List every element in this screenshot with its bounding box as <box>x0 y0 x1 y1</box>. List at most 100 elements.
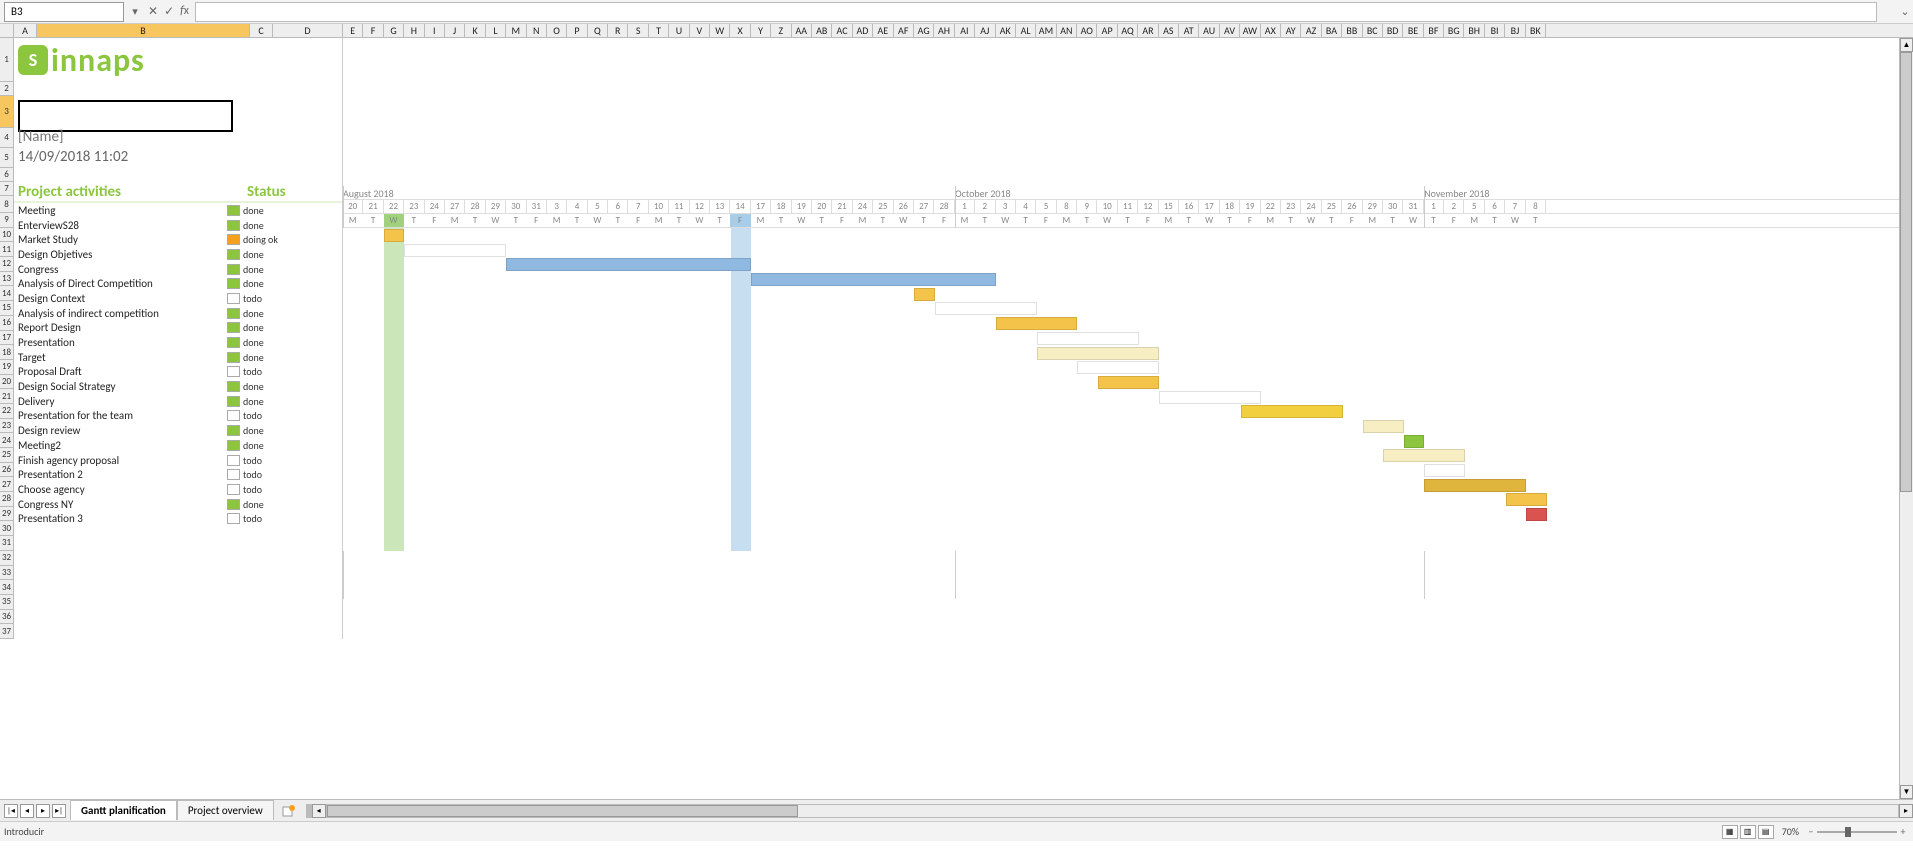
col-header-AM[interactable]: AM <box>1036 24 1056 37</box>
activity-row[interactable]: Deliverydone <box>14 394 342 409</box>
activity-row[interactable]: Congressdone <box>14 262 342 277</box>
name-box-dropdown-icon[interactable]: ▾ <box>128 5 142 18</box>
gantt-bar[interactable] <box>1404 435 1424 448</box>
col-header-H[interactable]: H <box>404 24 424 37</box>
hscroll-left-icon[interactable]: ◂ <box>312 804 326 818</box>
col-header-I[interactable]: I <box>425 24 445 37</box>
activity-row[interactable]: Meetingdone <box>14 203 342 218</box>
horizontal-scrollbar[interactable] <box>326 804 1899 818</box>
col-header-F[interactable]: F <box>363 24 383 37</box>
row-header-6[interactable]: 6 <box>0 168 14 182</box>
row-header-2[interactable]: 2 <box>0 82 14 96</box>
col-header-BG[interactable]: BG <box>1444 24 1464 37</box>
col-header-AU[interactable]: AU <box>1199 24 1219 37</box>
col-header-M[interactable]: M <box>506 24 526 37</box>
row-header-14[interactable]: 14 <box>0 286 14 301</box>
col-header-T[interactable]: T <box>649 24 669 37</box>
col-header-K[interactable]: K <box>465 24 485 37</box>
col-header-AA[interactable]: AA <box>792 24 812 37</box>
col-header-Z[interactable]: Z <box>771 24 791 37</box>
row-header-23[interactable]: 23 <box>0 419 14 434</box>
col-header-AD[interactable]: AD <box>853 24 873 37</box>
gantt-bar[interactable] <box>384 229 404 242</box>
activity-row[interactable]: Presentation 2todo <box>14 467 342 482</box>
gantt-bar[interactable] <box>1506 493 1547 506</box>
row-header-3[interactable]: 3 <box>0 96 14 128</box>
row-header-20[interactable]: 20 <box>0 375 14 390</box>
activity-row[interactable]: Design Objetivesdone <box>14 247 342 262</box>
col-header-BC[interactable]: BC <box>1363 24 1383 37</box>
gantt-bar[interactable] <box>1077 361 1159 374</box>
scroll-up-icon[interactable]: ▲ <box>1900 38 1913 52</box>
activity-row[interactable]: Proposal Drafttodo <box>14 365 342 380</box>
confirm-icon[interactable]: ✓ <box>164 4 174 19</box>
row-header-17[interactable]: 17 <box>0 331 14 346</box>
row-header-28[interactable]: 28 <box>0 492 14 507</box>
activity-row[interactable]: Analysis of indirect competitiondone <box>14 306 342 321</box>
col-header-BB[interactable]: BB <box>1342 24 1362 37</box>
activity-row[interactable]: Congress NYdone <box>14 497 342 512</box>
row-header-18[interactable]: 18 <box>0 345 14 360</box>
col-header-AX[interactable]: AX <box>1261 24 1281 37</box>
row-header-31[interactable]: 31 <box>0 536 14 551</box>
cancel-icon[interactable]: ✕ <box>148 4 158 19</box>
gantt-bar[interactable] <box>1383 449 1465 462</box>
select-all-corner[interactable] <box>0 24 14 37</box>
zoom-out-icon[interactable]: − <box>1805 825 1817 838</box>
row-header-32[interactable]: 32 <box>0 551 14 566</box>
row-header-29[interactable]: 29 <box>0 507 14 522</box>
activity-row[interactable]: Finish agency proposaltodo <box>14 453 342 468</box>
row-header-12[interactable]: 12 <box>0 257 14 272</box>
col-header-BK[interactable]: BK <box>1526 24 1546 37</box>
row-header-9[interactable]: 9 <box>0 213 14 228</box>
row-header-19[interactable]: 19 <box>0 360 14 375</box>
tab-gantt[interactable]: Gantt planification <box>70 800 177 820</box>
activity-row[interactable]: Design reviewdone <box>14 423 342 438</box>
col-header-O[interactable]: O <box>547 24 567 37</box>
activity-row[interactable]: Market Studydoing ok <box>14 232 342 247</box>
row-header-1[interactable]: 1 <box>0 38 14 82</box>
zoom-slider[interactable] <box>1817 825 1897 839</box>
col-header-AR[interactable]: AR <box>1138 24 1158 37</box>
col-header-BA[interactable]: BA <box>1322 24 1342 37</box>
gantt-bar[interactable] <box>1526 508 1546 521</box>
activity-row[interactable]: Report Designdone <box>14 321 342 336</box>
zoom-percent[interactable]: 70% <box>1782 825 1799 838</box>
row-header-15[interactable]: 15 <box>0 301 14 316</box>
col-header-AO[interactable]: AO <box>1077 24 1097 37</box>
col-header-AQ[interactable]: AQ <box>1118 24 1138 37</box>
row-header-16[interactable]: 16 <box>0 316 14 331</box>
col-header-AB[interactable]: AB <box>812 24 832 37</box>
col-header-AF[interactable]: AF <box>894 24 914 37</box>
col-header-L[interactable]: L <box>486 24 506 37</box>
row-header-13[interactable]: 13 <box>0 272 14 287</box>
col-header-U[interactable]: U <box>669 24 689 37</box>
hscroll-right-icon[interactable]: ▸ <box>1899 804 1913 818</box>
col-header-BF[interactable]: BF <box>1424 24 1444 37</box>
row-header-22[interactable]: 22 <box>0 404 14 419</box>
row-header-11[interactable]: 11 <box>0 242 14 257</box>
col-header-AH[interactable]: AH <box>934 24 954 37</box>
col-header-BE[interactable]: BE <box>1403 24 1423 37</box>
col-header-J[interactable]: J <box>445 24 465 37</box>
col-header-AV[interactable]: AV <box>1220 24 1240 37</box>
row-header-21[interactable]: 21 <box>0 389 14 404</box>
gantt-bar[interactable] <box>1424 479 1526 492</box>
col-header-AE[interactable]: AE <box>873 24 893 37</box>
col-header-V[interactable]: V <box>690 24 710 37</box>
row-header-24[interactable]: 24 <box>0 433 14 448</box>
activity-row[interactable]: Design Contexttodo <box>14 291 342 306</box>
col-header-BH[interactable]: BH <box>1464 24 1484 37</box>
col-header-BD[interactable]: BD <box>1383 24 1403 37</box>
col-header-P[interactable]: P <box>567 24 587 37</box>
row-header-7[interactable]: 7 <box>0 182 14 196</box>
col-header-AG[interactable]: AG <box>914 24 934 37</box>
col-header-AW[interactable]: AW <box>1240 24 1260 37</box>
row-header-27[interactable]: 27 <box>0 477 14 492</box>
gantt-bar[interactable] <box>996 317 1078 330</box>
col-header-AT[interactable]: AT <box>1179 24 1199 37</box>
col-header-D[interactable]: D <box>273 24 343 37</box>
scroll-down-icon[interactable]: ▼ <box>1900 785 1913 799</box>
gantt-bar[interactable] <box>506 258 751 271</box>
col-header-AL[interactable]: AL <box>1016 24 1036 37</box>
